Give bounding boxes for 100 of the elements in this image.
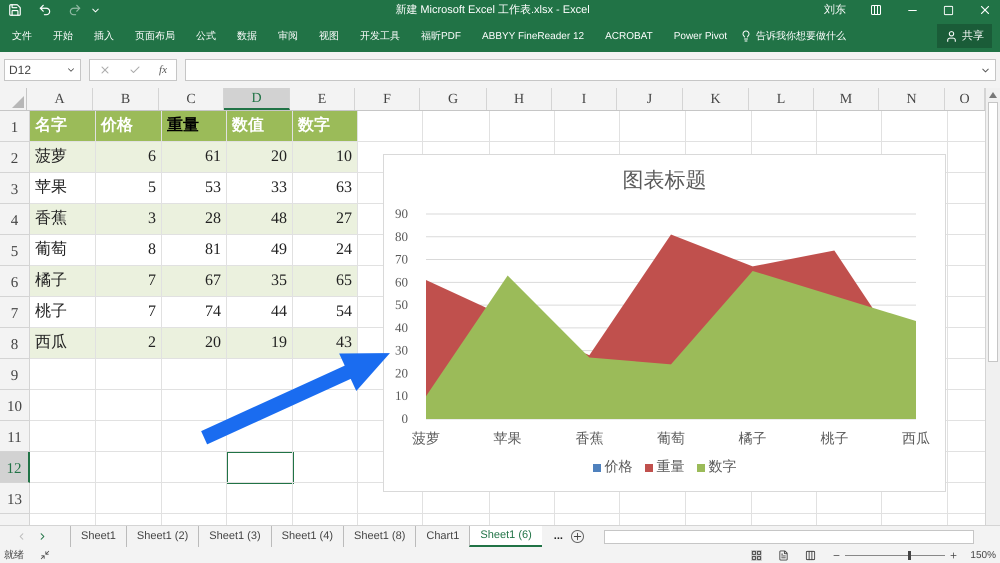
tell-me-field[interactable]: 告诉我你想要做什么: [756, 28, 846, 44]
table-cell[interactable]: 6: [96, 142, 162, 173]
column-header[interactable]: N: [879, 88, 945, 110]
axis-label: 苹果: [494, 432, 522, 447]
table-cell[interactable]: 橘子: [30, 266, 96, 297]
table-cell[interactable]: 67: [162, 266, 227, 297]
maximize-icon[interactable]: [943, 4, 954, 16]
row-header[interactable]: 7: [0, 297, 30, 328]
row-header[interactable]: 6: [0, 266, 30, 297]
table-cell[interactable]: 61: [162, 142, 227, 173]
zoom-thumb[interactable]: [908, 550, 912, 560]
column-header[interactable]: J: [617, 88, 683, 110]
insert-function-button[interactable]: fx: [159, 62, 167, 78]
row-header[interactable]: 4: [0, 204, 30, 235]
table-cell[interactable]: 35: [227, 266, 293, 297]
name-box[interactable]: D12: [4, 59, 81, 81]
ribbon-tab[interactable]: 公式: [196, 28, 216, 44]
column-header[interactable]: L: [749, 88, 814, 110]
undo-icon[interactable]: [38, 3, 52, 17]
legend-swatch: [592, 464, 600, 472]
table-cell[interactable]: 重量: [162, 111, 227, 142]
table-cell[interactable]: 48: [227, 204, 293, 235]
save-icon[interactable]: [8, 3, 22, 17]
table-cell[interactable]: 19: [227, 328, 293, 359]
axis-label: 50: [395, 297, 408, 312]
table-cell[interactable]: 菠萝: [30, 142, 96, 173]
close-icon[interactable]: [978, 3, 992, 17]
axis-label: 橘子: [738, 432, 767, 447]
scroll-up-icon[interactable]: [989, 92, 997, 98]
ribbon-tab[interactable]: 页面布局: [135, 28, 175, 44]
table-cell[interactable]: 10: [293, 142, 358, 173]
legend-label: 重量: [656, 458, 684, 477]
table-cell[interactable]: 65: [293, 266, 358, 297]
active-cell[interactable]: [226, 451, 294, 484]
column-header[interactable]: F: [355, 88, 420, 110]
ribbon-tab[interactable]: 审阅: [278, 28, 298, 44]
column-header[interactable]: I: [552, 88, 617, 110]
column-header[interactable]: D: [224, 88, 290, 110]
ribbon-tab[interactable]: 插入: [94, 28, 114, 44]
axis-label: 菠萝: [412, 432, 440, 447]
axis-label: 80: [395, 228, 408, 244]
row-header[interactable]: 9: [0, 359, 30, 390]
page-layout-view-icon[interactable]: [778, 550, 790, 560]
ribbon-tab[interactable]: 文件: [12, 28, 32, 44]
row-header[interactable]: 2: [0, 142, 30, 173]
user-name: 刘东: [824, 2, 846, 18]
legend-swatch: [696, 464, 704, 472]
zoom-slider[interactable]: [845, 550, 946, 560]
table-cell[interactable]: 43: [293, 328, 358, 359]
more-sheets-button[interactable]: ...: [554, 528, 563, 545]
zoom-reading: 150%: [970, 548, 996, 562]
column-header[interactable]: M: [814, 88, 879, 110]
axis-label: 香蕉: [575, 432, 604, 447]
column-header[interactable]: K: [683, 88, 749, 110]
page-break-view-icon[interactable]: [805, 550, 816, 560]
share-button[interactable]: 共享: [937, 24, 992, 48]
column-header[interactable]: A: [27, 88, 93, 110]
row-header[interactable]: 1: [0, 111, 30, 142]
axis-label: 桃子: [820, 432, 848, 447]
row-header[interactable]: 12: [0, 452, 30, 483]
new-sheet-icon[interactable]: [570, 530, 584, 543]
column-header[interactable]: H: [487, 88, 552, 110]
table-cell[interactable]: 3: [96, 204, 162, 235]
table-cell[interactable]: 2: [96, 328, 162, 359]
table-cell[interactable]: 20: [227, 142, 293, 173]
table-cell[interactable]: 28: [162, 204, 227, 235]
row-header[interactable]: 10: [0, 390, 30, 421]
row-header[interactable]: 11: [0, 421, 30, 452]
axis-label: 40: [395, 320, 408, 335]
lightbulb-icon[interactable]: [740, 30, 752, 42]
zoom-in-icon[interactable]: [949, 550, 958, 560]
person-icon: [945, 30, 958, 42]
row-header[interactable]: 3: [0, 173, 30, 204]
column-header[interactable]: G: [420, 88, 487, 110]
axis-label: 30: [395, 342, 408, 358]
table-cell[interactable]: 西瓜: [30, 328, 96, 359]
sheet-tab[interactable]: Sheet1 (6): [469, 526, 542, 547]
ribbon-tab[interactable]: Power Pivot: [674, 28, 728, 44]
table-cell[interactable]: 香蕉: [30, 204, 96, 235]
table-cell[interactable]: 7: [96, 266, 162, 297]
row-header[interactable]: 13: [0, 483, 30, 514]
chart-title: 图表标题: [622, 167, 706, 194]
row-header[interactable]: 5: [0, 235, 30, 266]
column-header[interactable]: B: [93, 88, 159, 110]
normal-view-icon[interactable]: [751, 550, 762, 560]
ribbon-tab[interactable]: 视图: [319, 28, 339, 44]
ribbon-tab[interactable]: 开发工具: [360, 28, 400, 44]
axis-label: 90: [395, 206, 408, 221]
ribbon-tab[interactable]: ABBYY FineReader 12: [482, 28, 584, 44]
table-cell[interactable]: 20: [162, 328, 227, 359]
vertical-scrollbar[interactable]: [985, 88, 1000, 525]
ribbon-tab[interactable]: 福昕PDF: [421, 28, 461, 44]
ribbon-display-icon[interactable]: [870, 4, 882, 16]
column-header[interactable]: E: [290, 88, 355, 110]
ribbon-tab[interactable]: 数据: [237, 28, 257, 44]
ribbon-tab[interactable]: ACROBAT: [605, 28, 653, 44]
table-cell[interactable]: 27: [293, 204, 358, 235]
row-header[interactable]: 8: [0, 328, 30, 359]
horizontal-scrollbar[interactable]: [604, 530, 974, 544]
ribbon-tab[interactable]: 开始: [53, 28, 73, 44]
